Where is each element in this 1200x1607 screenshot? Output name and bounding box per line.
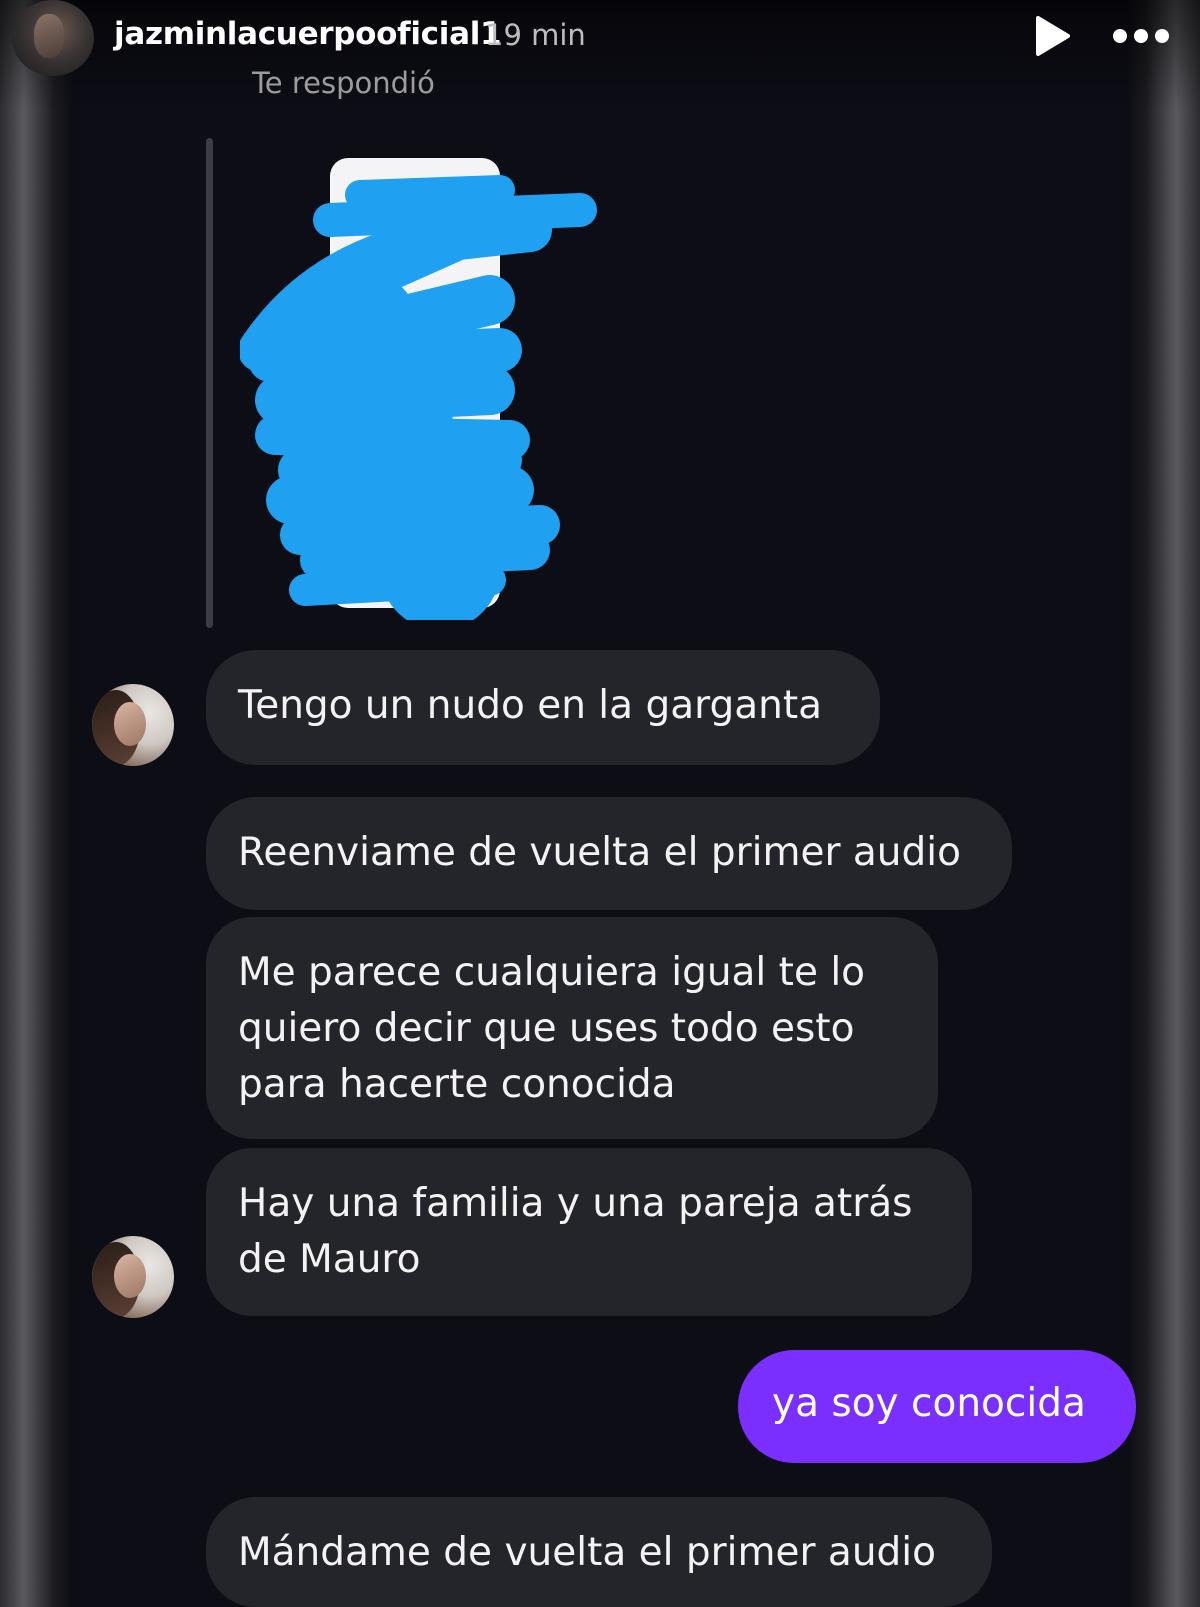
message-text: Me parece cualquiera igual te lo [238,950,866,995]
story-time: 19 min [485,18,586,52]
sender-avatar[interactable] [92,684,174,766]
redacted-screenshot-image [240,158,597,620]
outgoing-message[interactable]: ya soy conocida [738,1350,1136,1463]
message-text: Mándame de vuelta el primer audio [238,1530,937,1575]
more-options-icon[interactable] [1110,18,1172,54]
message-text: quiero decir que uses todo esto [238,1006,855,1051]
message-text: de Mauro [238,1237,421,1282]
message-text: para hacerte conocida [238,1062,676,1107]
story-username[interactable]: jazminlacuerpooficial1 [114,16,502,52]
incoming-message[interactable]: Hay una familia y una pareja atrás de Ma… [206,1148,972,1316]
incoming-message[interactable]: Tengo un nudo en la garganta [206,650,880,765]
reply-quote-bar [206,138,213,628]
story-author-avatar[interactable] [12,0,94,76]
reply-label: Te respondió [252,66,435,100]
message-text: Tengo un nudo en la garganta [238,683,823,728]
message-text: Hay una familia y una pareja atrás [238,1181,913,1226]
sender-avatar[interactable] [92,1236,174,1318]
incoming-message[interactable]: Reenviame de vuelta el primer audio [206,797,1012,910]
play-icon[interactable] [1030,14,1074,58]
incoming-message[interactable]: Me parece cualquiera igual te lo quiero … [206,917,938,1139]
message-text: Reenviame de vuelta el primer audio [238,830,961,875]
incoming-message[interactable]: Mándame de vuelta el primer audio [206,1497,992,1607]
message-text: ya soy conocida [772,1381,1086,1426]
